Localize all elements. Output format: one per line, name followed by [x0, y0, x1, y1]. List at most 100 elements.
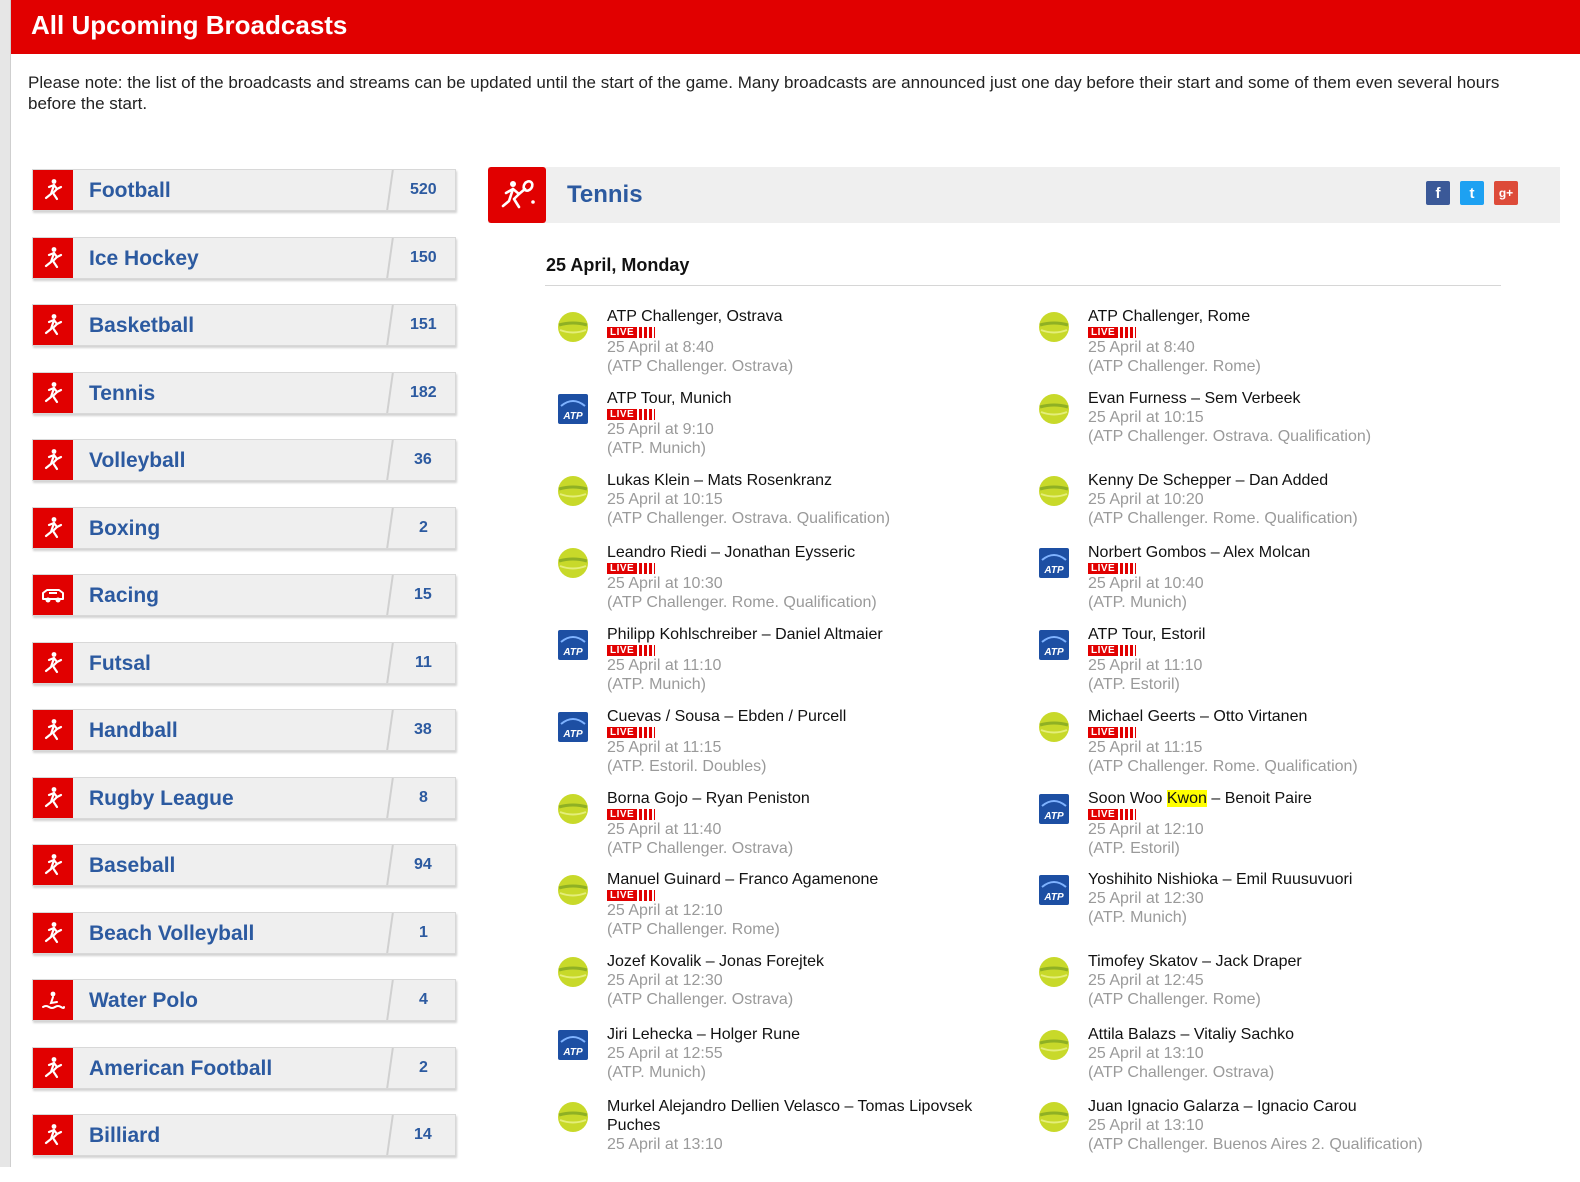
sport-item-handball[interactable]: Handball 38	[32, 709, 458, 751]
sport-item-label: Volleyball	[89, 449, 186, 472]
broadcast-competition: (ATP Challenger. Ostrava)	[607, 991, 794, 1008]
live-badge: LIVE	[607, 562, 1012, 574]
sport-item-billiard[interactable]: Billiard 14	[32, 1114, 458, 1156]
sport-item-racing[interactable]: Racing 15	[32, 574, 458, 616]
sport-item-label: Tennis	[89, 381, 156, 405]
sport-item-tennis[interactable]: Tennis 182	[32, 371, 458, 414]
broadcast-text: ATP Challenger, Ostrava LIVE 25 April at 8…	[607, 307, 1012, 376]
broadcast-title[interactable]: Philipp Kohlschreiber – Daniel Altmaier	[607, 625, 1012, 644]
broadcast-title[interactable]: Timofey Skatov – Jack Draper	[1088, 952, 1493, 971]
sport-item-label: Football	[89, 179, 171, 202]
atp-challenger-logo-icon	[556, 474, 590, 508]
sport-item-beach-volleyball[interactable]: Beach Volleyball 1	[32, 911, 458, 954]
broadcast-title[interactable]: Soon Woo Kwon – Benoit Paire	[1088, 789, 1493, 808]
sport-item-count: 520	[386, 170, 458, 210]
sport-item-rugby-league[interactable]: Rugby League 8	[32, 776, 458, 819]
twitter-share-icon[interactable]: t	[1460, 181, 1484, 205]
sport-item-basketball[interactable]: Basketball 151	[32, 304, 458, 346]
broadcast-competition: (ATP Challenger. Ostrava. Qualification)	[607, 510, 891, 527]
live-bars-icon	[1120, 562, 1137, 574]
sport-item-count: 14	[386, 1115, 458, 1155]
broadcast-title[interactable]: Michael Geerts – Otto Virtanen	[1088, 707, 1493, 726]
sport-count-value: 2	[418, 1058, 428, 1076]
volleyball-icon	[33, 440, 73, 480]
broadcast-title[interactable]: Attila Balazs – Vitaliy Sachko	[1088, 1025, 1493, 1044]
atp-logo-icon: ATP	[556, 1028, 590, 1062]
live-bars-icon	[639, 889, 656, 901]
baseball-icon	[33, 845, 73, 885]
broadcast-title[interactable]: Juan Ignacio Galarza – Ignacio Carou	[1088, 1097, 1493, 1116]
live-label: LIVE	[607, 408, 638, 420]
sport-item-american-football[interactable]: American Football 2	[32, 1046, 458, 1089]
broadcast-title[interactable]: ATP Tour, Estoril	[1088, 625, 1493, 644]
broadcast-title[interactable]: Kenny De Schepper – Dan Added	[1088, 471, 1493, 490]
sport-item-count: 2	[386, 1047, 458, 1088]
broadcast-time: 25 April at 11:10	[607, 657, 722, 674]
facebook-share-icon[interactable]: f	[1426, 181, 1450, 205]
broadcast-title[interactable]: Norbert Gombos – Alex Molcan	[1088, 543, 1493, 562]
sport-item-baseball[interactable]: Baseball 94	[32, 844, 458, 886]
broadcast-time: 25 April at 11:10	[1088, 657, 1203, 674]
sport-item-football[interactable]: Football 520	[32, 169, 458, 211]
sport-item-count: 4	[386, 980, 458, 1020]
sport-item-ice-hockey[interactable]: Ice Hockey 150	[32, 236, 458, 279]
broadcast-competition: (ATP Challenger. Ostrava)	[607, 358, 794, 375]
sport-count-value: 36	[414, 451, 432, 468]
broadcast-title[interactable]: Jozef Kovalik – Jonas Forejtek	[607, 952, 1012, 971]
broadcast-title[interactable]: Lukas Klein – Mats Rosenkranz	[607, 471, 1012, 490]
broadcast-title[interactable]: ATP Tour, Munich	[607, 389, 1012, 408]
sport-item-label: Basketball	[89, 314, 195, 337]
social-share-bar: f t g+	[1426, 181, 1518, 205]
sport-item-count: 15	[386, 575, 458, 615]
sport-item-volleyball[interactable]: Volleyball 36	[32, 439, 458, 481]
broadcast-title[interactable]: Evan Furness – Sem Verbeek	[1088, 389, 1493, 408]
live-badge: LIVE	[1088, 808, 1493, 820]
billiard-icon	[33, 1115, 73, 1155]
broadcast-title[interactable]: Jiri Lehecka – Holger Rune	[607, 1025, 1012, 1044]
live-label: LIVE	[607, 644, 638, 656]
atp-challenger-logo-icon	[1037, 1028, 1071, 1062]
live-bars-icon	[1120, 644, 1137, 656]
broadcast-time: 25 April at 12:10	[1088, 821, 1204, 838]
broadcast-competition: (ATP Challenger. Rome. Qualification)	[1088, 510, 1358, 527]
date-divider	[545, 285, 1501, 286]
sport-item-boxing[interactable]: Boxing 2	[32, 506, 458, 549]
broadcast-text: Attila Balazs – Vitaliy Sachko 25 April a…	[1088, 1025, 1493, 1082]
broadcast-title[interactable]: Manuel Guinard – Franco Agamenone	[607, 870, 1012, 889]
sport-item-count: 150	[386, 237, 458, 278]
atp-challenger-logo-icon	[556, 792, 590, 826]
tennis-icon	[488, 167, 546, 223]
broadcast-competition: (ATP. Munich)	[607, 1064, 706, 1081]
sport-count-value: 2	[418, 518, 428, 536]
page-header: All Upcoming Broadcasts	[11, 0, 1580, 54]
broadcast-title[interactable]: Borna Gojo – Ryan Peniston	[607, 789, 1012, 808]
broadcast-competition: (ATP. Estoril)	[1088, 840, 1180, 857]
sport-count-value: 94	[414, 856, 432, 873]
google-plus-share-icon[interactable]: g+	[1494, 181, 1518, 205]
sport-item-label: Rugby League	[89, 786, 234, 810]
live-badge: LIVE	[1088, 644, 1493, 656]
sport-count-value: 14	[414, 1126, 432, 1143]
page-title: All Upcoming Broadcasts	[31, 10, 348, 40]
broadcast-title[interactable]: Murkel Alejandro Dellien Velasco – Tomas…	[607, 1097, 1012, 1135]
broadcast-title[interactable]: Cuevas / Sousa – Ebden / Purcell	[607, 707, 1012, 726]
broadcast-time: 25 April at 12:30	[1088, 890, 1204, 907]
broadcast-time: 25 April at 12:10	[607, 902, 723, 919]
sport-item-water-polo[interactable]: Water Polo 4	[32, 979, 458, 1021]
broadcast-title[interactable]: ATP Challenger, Ostrava	[607, 307, 1012, 326]
broadcast-title[interactable]: ATP Challenger, Rome	[1088, 307, 1493, 326]
sport-count-value: 151	[409, 316, 437, 333]
boxing-icon	[33, 507, 73, 548]
live-label: LIVE	[607, 562, 638, 574]
sport-item-count: 36	[386, 440, 458, 480]
broadcast-title[interactable]: Leandro Riedi – Jonathan Eysseric	[607, 543, 1012, 562]
atp-challenger-logo-icon	[1037, 710, 1071, 744]
broadcast-time: 25 April at 13:10	[1088, 1117, 1204, 1134]
broadcast-text: Michael Geerts – Otto Virtanen LIVE 25 Apr…	[1088, 707, 1493, 776]
broadcast-competition: (ATP Challenger. Rome)	[607, 921, 780, 938]
sport-item-futsal[interactable]: Futsal 11	[32, 641, 458, 684]
live-label: LIVE	[1088, 808, 1119, 820]
broadcast-title[interactable]: Yoshihito Nishioka – Emil Ruusuvuori	[1088, 870, 1493, 889]
svg-text:ATP: ATP	[562, 729, 583, 740]
sport-item-label: Boxing	[89, 516, 161, 540]
